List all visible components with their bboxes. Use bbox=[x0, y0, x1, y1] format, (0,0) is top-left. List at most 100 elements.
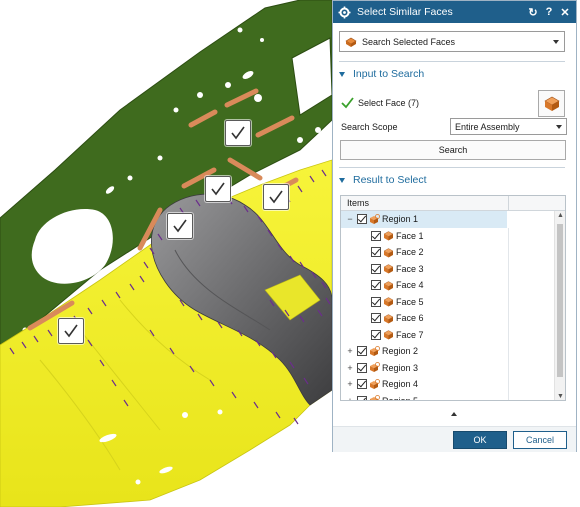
collapse-icon[interactable]: − bbox=[345, 214, 355, 224]
tree-face-row[interactable]: Face 6 bbox=[341, 310, 565, 327]
column-divider bbox=[508, 277, 509, 294]
tree-item-label: Face 6 bbox=[396, 313, 424, 324]
cancel-button[interactable]: Cancel bbox=[513, 431, 567, 449]
region-icon bbox=[370, 362, 380, 373]
face-cube-icon bbox=[543, 96, 560, 111]
check-marker-5[interactable] bbox=[58, 318, 84, 344]
region-icon bbox=[370, 395, 380, 400]
check-marker-4[interactable] bbox=[167, 213, 193, 239]
collapse-triangle-icon bbox=[339, 71, 345, 77]
column-divider bbox=[508, 376, 509, 393]
ok-button[interactable]: OK bbox=[453, 431, 507, 449]
row-checkbox[interactable] bbox=[371, 296, 381, 307]
checkmark-icon bbox=[64, 324, 78, 338]
region-icon bbox=[370, 378, 380, 389]
tree-region-row[interactable]: + Region 2 bbox=[341, 343, 565, 360]
tree-region-row[interactable]: + Region 3 bbox=[341, 359, 565, 376]
scroll-up-icon[interactable]: ▲ bbox=[556, 212, 565, 219]
select-face-label: Select Face (7) bbox=[358, 98, 420, 108]
face-icon bbox=[383, 281, 394, 291]
tree-item-label: Face 2 bbox=[396, 247, 424, 258]
expand-icon[interactable]: + bbox=[345, 363, 355, 373]
search-button[interactable]: Search bbox=[340, 140, 566, 160]
tree-face-row[interactable]: Face 1 bbox=[341, 227, 565, 244]
row-checkbox[interactable] bbox=[357, 346, 367, 357]
collapse-triangle-icon bbox=[339, 177, 345, 183]
tree-region-row[interactable]: + Region 4 bbox=[341, 376, 565, 393]
checkmark-icon bbox=[211, 182, 225, 196]
region-icon bbox=[370, 213, 380, 224]
tree-body: − Region 1 Face 1 Face 2 Face 3 Face 4 Face 5 F… bbox=[341, 211, 565, 401]
face-icon bbox=[383, 314, 394, 324]
row-checkbox[interactable] bbox=[371, 263, 381, 274]
face-icon bbox=[383, 264, 394, 274]
search-mode-dropdown[interactable]: Search Selected Faces bbox=[339, 31, 565, 52]
tree-face-row[interactable]: Face 5 bbox=[341, 293, 565, 310]
column-divider bbox=[508, 260, 509, 277]
expand-icon[interactable]: + bbox=[345, 346, 355, 356]
row-checkbox[interactable] bbox=[371, 280, 381, 291]
search-scope-dropdown[interactable]: Entire Assembly bbox=[450, 118, 567, 135]
row-checkbox[interactable] bbox=[357, 214, 367, 225]
collapse-up-icon[interactable] bbox=[451, 412, 457, 416]
tree-region-row[interactable]: + Region 5 bbox=[341, 392, 565, 401]
select-face-row[interactable]: Select Face (7) bbox=[341, 90, 567, 117]
reset-icon[interactable]: ↻ bbox=[526, 4, 540, 20]
divider bbox=[339, 61, 565, 62]
row-checkbox[interactable] bbox=[371, 230, 381, 241]
check-marker-1[interactable] bbox=[225, 120, 251, 146]
row-checkbox[interactable] bbox=[371, 313, 381, 324]
divider bbox=[339, 167, 565, 168]
section-title: Input to Search bbox=[353, 68, 425, 80]
input-to-search-header[interactable]: Input to Search bbox=[339, 67, 565, 81]
checkmark-icon bbox=[173, 219, 187, 233]
tree-face-row[interactable]: Face 7 bbox=[341, 326, 565, 343]
column-divider bbox=[508, 343, 509, 360]
tree-column-header[interactable]: Items bbox=[341, 196, 565, 211]
tree-scrollbar[interactable]: ▲ ▼ bbox=[554, 211, 565, 400]
column-divider bbox=[508, 392, 509, 400]
column-divider bbox=[508, 293, 509, 310]
expand-icon[interactable]: + bbox=[345, 379, 355, 389]
column-divider bbox=[508, 359, 509, 376]
search-scope-value: Entire Assembly bbox=[455, 121, 520, 132]
tree-item-label: Region 3 bbox=[382, 362, 419, 373]
face-select-icon bbox=[345, 37, 357, 47]
tree-item-label: Region 4 bbox=[382, 379, 419, 390]
select-similar-faces-dialog: Select Similar Faces ↻ ? ✕ Search Select… bbox=[332, 0, 577, 452]
results-tree[interactable]: Items − Region 1 Face 1 Face 2 Face 3 Face 4 F… bbox=[340, 195, 566, 401]
row-checkbox[interactable] bbox=[357, 395, 367, 400]
tree-region-row[interactable]: − Region 1 bbox=[341, 211, 507, 228]
tree-item-label: Face 3 bbox=[396, 263, 424, 274]
dialog-titlebar[interactable]: Select Similar Faces ↻ ? ✕ bbox=[333, 1, 576, 23]
face-icon bbox=[383, 231, 394, 241]
graphics-viewport[interactable] bbox=[0, 0, 332, 507]
check-marker-2[interactable] bbox=[205, 176, 231, 202]
search-scope-label: Search Scope bbox=[341, 122, 398, 132]
row-checkbox[interactable] bbox=[357, 379, 367, 390]
tree-face-row[interactable]: Face 4 bbox=[341, 277, 565, 294]
tree-face-row[interactable]: Face 2 bbox=[341, 244, 565, 261]
tree-face-row[interactable]: Face 3 bbox=[341, 260, 565, 277]
expand-icon[interactable]: + bbox=[345, 396, 355, 400]
row-checkbox[interactable] bbox=[371, 329, 381, 340]
row-checkbox[interactable] bbox=[371, 247, 381, 258]
scroll-thumb[interactable] bbox=[557, 224, 563, 377]
chevron-down-icon bbox=[556, 124, 562, 129]
scroll-down-icon[interactable]: ▼ bbox=[556, 393, 565, 400]
close-icon[interactable]: ✕ bbox=[558, 4, 572, 20]
section-title: Result to Select bbox=[353, 174, 427, 186]
result-to-select-header[interactable]: Result to Select bbox=[339, 173, 565, 187]
gear-icon bbox=[337, 5, 351, 19]
column-divider bbox=[508, 326, 509, 343]
face-icon bbox=[383, 297, 394, 307]
checkmark-icon bbox=[231, 126, 245, 140]
tree-item-label: Face 5 bbox=[396, 296, 424, 307]
dialog-title: Select Similar Faces bbox=[357, 6, 453, 18]
check-marker-3[interactable] bbox=[263, 184, 289, 210]
tree-item-label: Region 1 bbox=[382, 214, 419, 225]
help-icon[interactable]: ? bbox=[542, 4, 556, 20]
tree-item-label: Region 5 bbox=[382, 395, 419, 401]
row-checkbox[interactable] bbox=[357, 362, 367, 373]
face-selection-button[interactable] bbox=[538, 90, 565, 117]
